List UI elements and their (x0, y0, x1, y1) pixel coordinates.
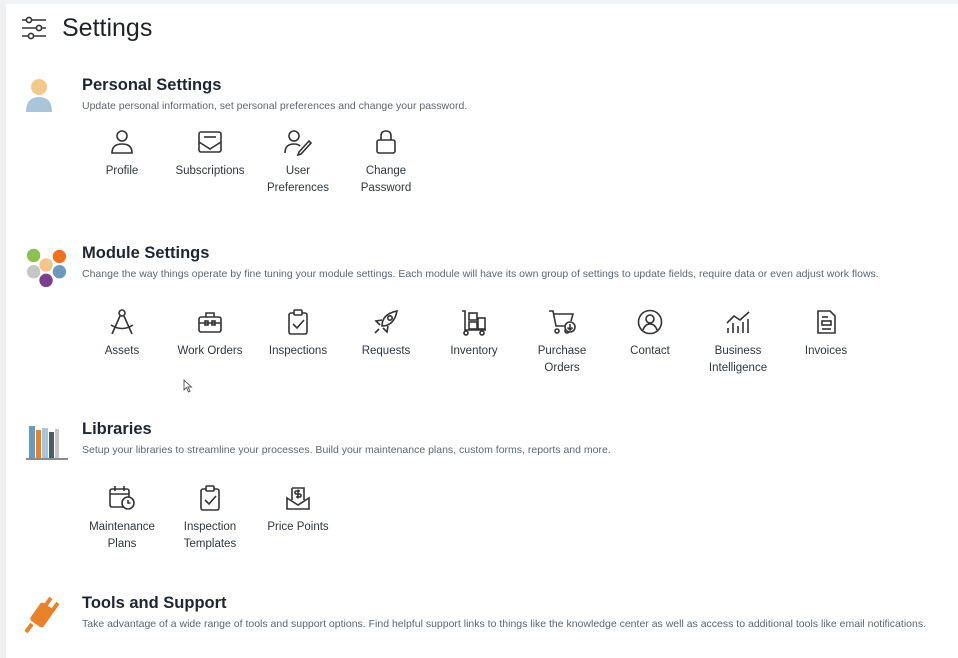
section-title: Module Settings (82, 244, 210, 262)
settings-item-assets[interactable]: Assets (78, 308, 166, 377)
section-title: Personal Settings (82, 76, 222, 94)
section-title: Tools and Support (82, 594, 227, 612)
item-label: Business Intelligence (708, 345, 768, 374)
item-grid: Profile Subscriptions User Preferences C… (78, 128, 430, 197)
settings-item-inspections[interactable]: Inspections (254, 308, 342, 377)
item-label: Contact (630, 345, 670, 357)
section-description: Take advantage of a wide range of tools … (82, 618, 926, 630)
section-description: Setup your libraries to streamline your … (82, 444, 611, 456)
plug-icon (24, 596, 60, 634)
calendar-clock-icon (109, 486, 135, 510)
item-label: Invoices (804, 345, 848, 357)
dolly-icon (462, 310, 486, 336)
mail-inbox-icon (198, 131, 222, 153)
hexagon-cluster-icon (26, 248, 67, 288)
user-circle-icon (637, 309, 663, 335)
item-label: Requests (361, 345, 411, 357)
chart-line-icon (726, 311, 750, 333)
item-label: Change Password (360, 165, 412, 194)
section-description: Change the way things operate by fine tu… (82, 268, 879, 280)
item-label: Price Points (267, 521, 329, 533)
settings-item-maintenance-plans[interactable]: Maintenance Plans (78, 484, 166, 553)
item-label: Work Orders (177, 345, 243, 357)
settings-item-user-preferences[interactable]: User Preferences (254, 128, 342, 197)
settings-item-profile[interactable]: Profile (78, 128, 166, 197)
toolbox-icon (198, 312, 222, 333)
person-avatar-icon (26, 79, 52, 112)
settings-item-contact[interactable]: Contact (606, 308, 694, 377)
window-top-edge (0, 0, 958, 4)
item-label: Inspections (268, 345, 328, 357)
settings-item-invoices[interactable]: Invoices (782, 308, 870, 377)
user-edit-icon (284, 130, 312, 156)
item-grid: Maintenance Plans Inspection Templates P… (78, 484, 342, 553)
item-label: Inventory (450, 345, 498, 357)
dollar-tray-icon (286, 487, 310, 510)
item-label: User Preferences (266, 165, 329, 194)
page-title: Settings (62, 13, 153, 42)
item-label: Purchase Orders (537, 345, 587, 374)
item-grid: Assets Work Orders Inspections Requests … (78, 308, 870, 377)
invoice-icon (817, 310, 836, 334)
clipboard-check-icon (200, 485, 220, 511)
cart-download-icon (549, 310, 576, 334)
settings-item-business-intelligence[interactable]: Business Intelligence (694, 308, 782, 377)
item-label: Inspection Templates (183, 521, 237, 550)
section-description: Update personal information, set persona… (82, 100, 468, 112)
clipboard-check-icon (288, 309, 308, 335)
settings-item-subscriptions[interactable]: Subscriptions (166, 128, 254, 197)
page-header: Settings (20, 12, 152, 44)
window-left-edge (0, 0, 6, 658)
books-icon (26, 426, 68, 460)
user-icon (111, 130, 133, 154)
settings-item-inspection-templates[interactable]: Inspection Templates (166, 484, 254, 553)
settings-item-change-password[interactable]: Change Password (342, 128, 430, 197)
settings-item-inventory[interactable]: Inventory (430, 308, 518, 377)
compass-icon (110, 309, 134, 335)
sliders-icon (22, 16, 46, 40)
settings-item-requests[interactable]: Requests (342, 308, 430, 377)
rocket-icon (374, 309, 399, 334)
item-label: Profile (105, 165, 139, 177)
settings-item-purchase-orders[interactable]: Purchase Orders (518, 308, 606, 377)
item-label: Assets (104, 345, 140, 357)
settings-item-price-points[interactable]: Price Points (254, 484, 342, 553)
settings-item-work-orders[interactable]: Work Orders (166, 308, 254, 377)
section-title: Libraries (82, 420, 152, 438)
item-label: Maintenance Plans (89, 521, 155, 550)
mouse-cursor-icon (183, 379, 193, 393)
lock-icon (376, 130, 396, 154)
item-label: Subscriptions (175, 165, 245, 177)
